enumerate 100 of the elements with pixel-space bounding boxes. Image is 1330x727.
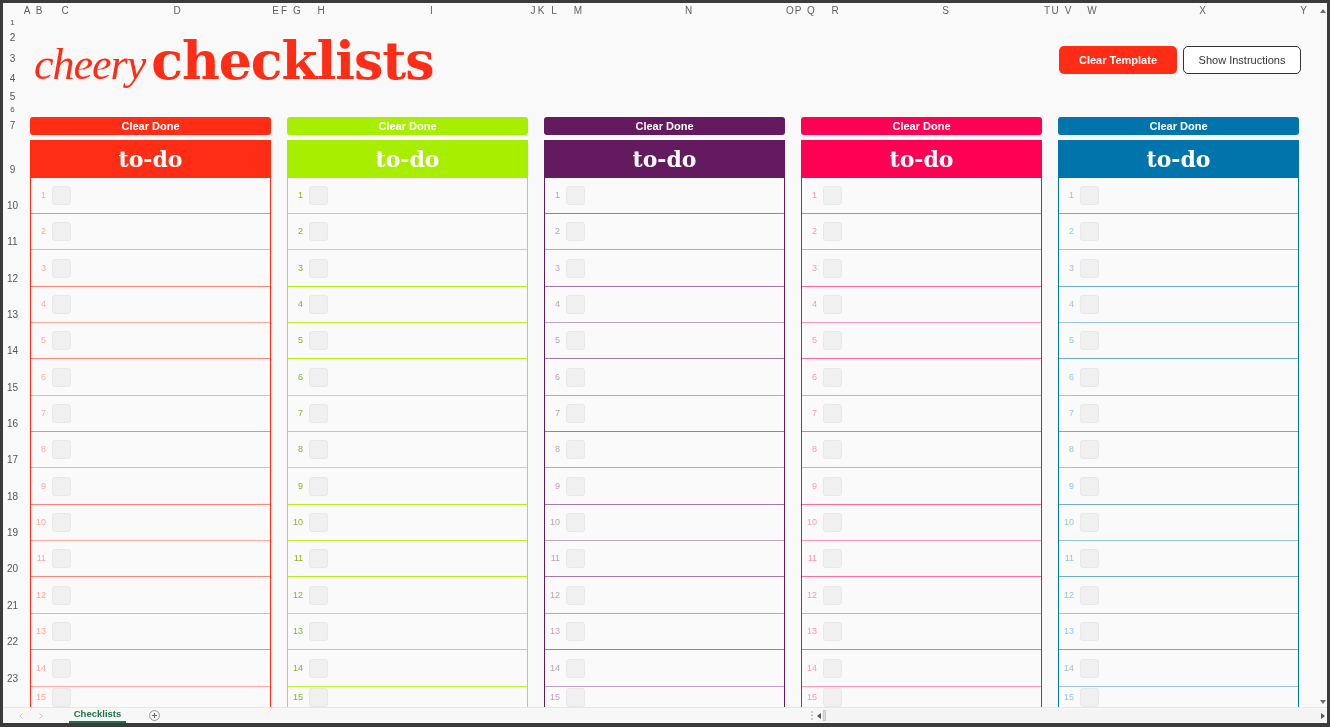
item-number: 11 — [293, 554, 303, 563]
item-number: 5 — [1069, 336, 1074, 345]
item-number: 4 — [555, 300, 560, 309]
column-header: D — [173, 5, 181, 16]
column-header: B — [35, 5, 43, 16]
column-header: A — [23, 5, 31, 16]
checkbox[interactable] — [1080, 687, 1099, 707]
column-header: F — [280, 5, 288, 16]
item-number: 5 — [555, 336, 560, 345]
item-number: 2 — [555, 227, 560, 236]
column-header: O — [786, 5, 794, 16]
scroll-left-icon[interactable] — [817, 712, 821, 719]
item-number: 3 — [1069, 263, 1074, 273]
row-header: 16 — [6, 419, 19, 429]
checkbox[interactable] — [309, 687, 328, 707]
column-header: L — [551, 5, 557, 16]
item-number: 10 — [550, 518, 560, 527]
list-heading: to-do — [287, 140, 528, 178]
column-header: C — [61, 5, 69, 16]
item-number: 10 — [807, 518, 817, 527]
row-header: 9 — [9, 165, 16, 175]
scroll-down-icon[interactable] — [1319, 700, 1326, 704]
column-header: U — [1051, 5, 1059, 16]
column-header: T — [1043, 5, 1051, 16]
clear-done-button[interactable]: Clear Done — [544, 117, 785, 135]
title-script-word: cheery — [34, 43, 146, 87]
instructions-button[interactable]: Show Instructions — [1183, 46, 1301, 74]
item-number: 12 — [550, 590, 560, 600]
row-header: 23 — [6, 674, 19, 684]
item-number: 4 — [812, 300, 817, 309]
sheet-tab[interactable]: Checklists — [69, 708, 126, 723]
row-header: 19 — [6, 528, 19, 538]
list-heading: to-do — [1058, 140, 1299, 178]
item-number: 15 — [1064, 692, 1074, 702]
scroll-right-icon[interactable] — [1321, 712, 1325, 719]
item-number: 4 — [1069, 300, 1074, 309]
item-number: 1 — [812, 191, 817, 200]
item-number: 2 — [812, 227, 817, 236]
item-number: 6 — [1069, 372, 1074, 382]
scroll-tabs-right-icon[interactable] — [39, 712, 43, 719]
item-number: 7 — [41, 409, 46, 418]
list-heading: to-do — [30, 140, 271, 178]
column-header: G — [293, 5, 301, 16]
item-number: 15 — [293, 692, 303, 702]
row-header: 12 — [6, 274, 19, 284]
item-number: 6 — [812, 372, 817, 382]
column-header: R — [831, 5, 839, 16]
horizontal-scrollbar[interactable] — [817, 709, 1325, 722]
item-number: 8 — [41, 445, 46, 454]
scroll-thumb[interactable] — [823, 710, 826, 721]
item-number: 7 — [298, 409, 303, 418]
row-header: 22 — [6, 637, 19, 647]
column-header: Y — [1300, 5, 1307, 16]
item-number: 2 — [298, 227, 303, 236]
column-header: K — [537, 5, 545, 16]
item-number: 11 — [36, 554, 46, 563]
item-number: 14 — [550, 663, 560, 673]
row-header: 11 — [7, 237, 18, 247]
item-number: 13 — [1064, 627, 1074, 636]
item-number: 7 — [812, 409, 817, 418]
list-heading: to-do — [801, 140, 1042, 178]
column-header: Q — [807, 5, 815, 16]
clear-done-button[interactable]: Clear Done — [30, 117, 271, 135]
item-number: 4 — [41, 300, 46, 309]
item-number: 8 — [812, 445, 817, 454]
checkbox[interactable] — [566, 687, 585, 707]
item-number: 12 — [36, 590, 46, 600]
item-number: 14 — [807, 663, 817, 673]
item-number: 9 — [812, 481, 817, 491]
row-header: 21 — [6, 601, 19, 611]
item-number: 2 — [41, 227, 46, 236]
item-number: 13 — [293, 627, 303, 636]
clear-done-button[interactable]: Clear Done — [1058, 117, 1299, 135]
item-number: 3 — [812, 263, 817, 273]
item-number: 12 — [807, 590, 817, 600]
scroll-tabs-left-icon[interactable] — [19, 712, 23, 719]
item-number: 5 — [298, 336, 303, 345]
item-number: 15 — [36, 692, 46, 702]
item-number: 11 — [550, 554, 560, 563]
row-header: 20 — [6, 564, 19, 574]
item-number: 8 — [1069, 445, 1074, 454]
splitter-handle-icon[interactable] — [811, 711, 813, 720]
item-number: 13 — [550, 627, 560, 636]
column-header: X — [1199, 5, 1206, 16]
row-header: 7 — [9, 121, 16, 131]
item-number: 15 — [807, 692, 817, 702]
add-sheet-icon[interactable] — [149, 710, 160, 721]
item-number: 6 — [41, 372, 46, 382]
item-number: 14 — [36, 663, 46, 673]
scroll-up-icon[interactable] — [1319, 9, 1326, 13]
checkbox[interactable] — [52, 687, 71, 707]
checkbox[interactable] — [823, 687, 842, 707]
clear-template-button[interactable]: Clear Template — [1059, 46, 1177, 74]
row-header: 18 — [6, 492, 19, 502]
item-number: 5 — [812, 336, 817, 345]
item-number: 13 — [36, 627, 46, 636]
item-number: 9 — [1069, 481, 1074, 491]
clear-done-button[interactable]: Clear Done — [801, 117, 1042, 135]
column-header: H — [317, 5, 325, 16]
column-header: I — [430, 5, 433, 16]
